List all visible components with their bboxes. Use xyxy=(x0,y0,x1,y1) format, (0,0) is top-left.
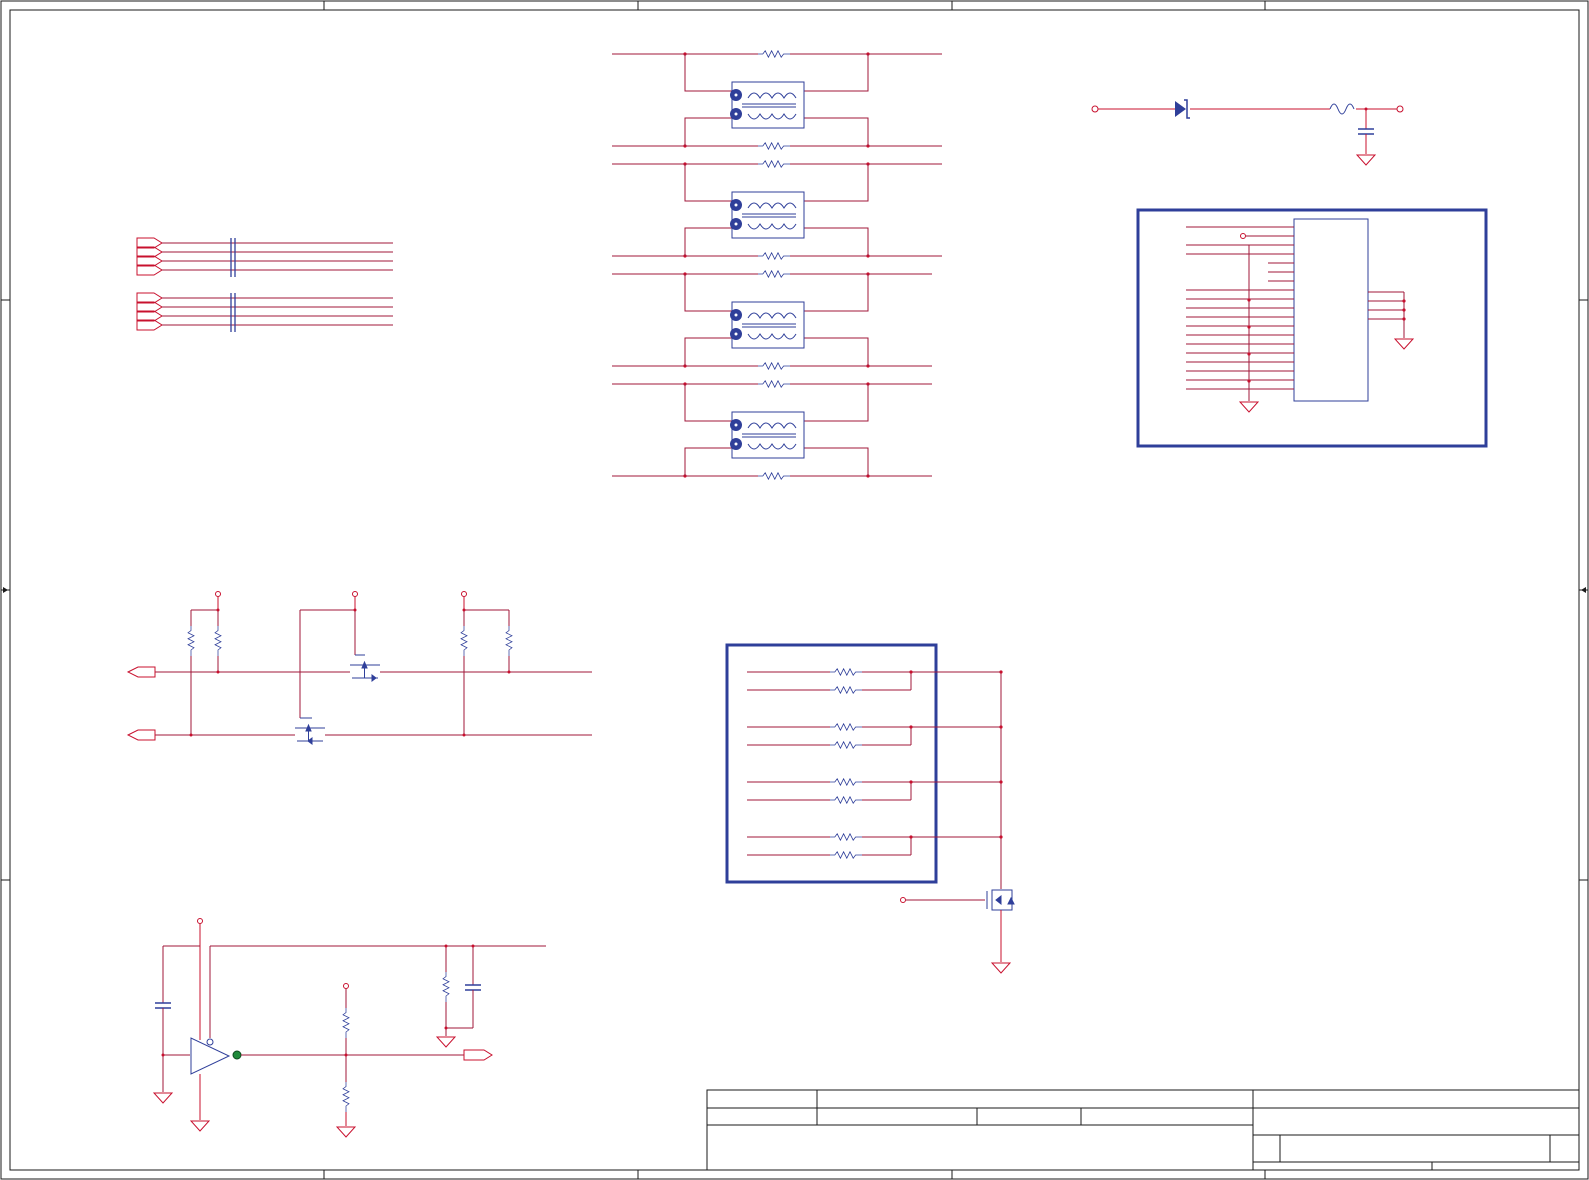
termination-resistor xyxy=(758,270,790,278)
output-port xyxy=(463,1049,493,1061)
nc-pin-port xyxy=(1240,233,1246,239)
junction-dot xyxy=(909,780,913,784)
pulse-transformer xyxy=(730,191,805,239)
pullup-resistor xyxy=(460,626,468,656)
load-resistor xyxy=(442,972,450,1002)
bus-connector-separator xyxy=(230,238,236,277)
termination-resistor xyxy=(830,686,862,694)
ground-symbol xyxy=(436,1036,456,1048)
vcc-port-mid xyxy=(352,591,358,597)
schottky-diode xyxy=(1175,99,1190,119)
junction-dot xyxy=(999,780,1003,784)
connector-header-block xyxy=(1136,208,1488,448)
pulse-transformer xyxy=(730,301,805,349)
junction-dot xyxy=(1247,379,1251,383)
junction-dot xyxy=(909,725,913,729)
termination-resistor xyxy=(830,723,862,731)
termination-resistor xyxy=(758,50,790,58)
load-capacitor xyxy=(465,984,481,991)
termination-resistor xyxy=(758,160,790,168)
junction-dot xyxy=(1402,299,1406,303)
ground-symbol xyxy=(336,1126,356,1138)
vcc-port-right xyxy=(461,591,467,597)
divider-resistor xyxy=(342,1008,350,1038)
vref-port xyxy=(343,983,349,989)
sheet-frame xyxy=(0,0,1589,1180)
decoupling-capacitor xyxy=(155,1002,171,1009)
ground-symbol xyxy=(1356,154,1376,166)
ground-symbol xyxy=(991,962,1011,974)
bus-connector-separator xyxy=(230,293,236,332)
ground-symbol xyxy=(1239,401,1259,413)
test-point xyxy=(232,1050,242,1060)
junction-dot xyxy=(909,835,913,839)
gate-input-port xyxy=(900,897,906,903)
schematic-sheet xyxy=(0,0,1589,1180)
termination-resistor xyxy=(758,472,790,480)
power-input-port xyxy=(1091,105,1099,113)
divider-resistor xyxy=(342,1082,350,1112)
magnetics-transformer-array xyxy=(612,50,942,480)
termination-resistor xyxy=(830,851,862,859)
sda-port xyxy=(126,666,156,678)
title-block xyxy=(706,1089,1580,1171)
termination-resistor xyxy=(830,778,862,786)
filter-inductor xyxy=(1329,103,1355,115)
filter-capacitor xyxy=(1358,128,1374,135)
pullup-resistor xyxy=(505,626,513,656)
termination-resistor xyxy=(830,796,862,804)
ground-symbol xyxy=(1394,338,1414,350)
ground-symbol xyxy=(153,1092,173,1104)
comparator-buffer-stage xyxy=(153,918,546,1138)
termination-resistor xyxy=(830,741,862,749)
junction-dot xyxy=(999,835,1003,839)
pulse-transformer xyxy=(730,411,805,459)
scl-port xyxy=(126,729,156,741)
junction-dot xyxy=(1247,352,1251,356)
level-shift-mosfet xyxy=(350,654,380,682)
pullup-resistor xyxy=(187,626,195,656)
i2c-level-shifter xyxy=(126,591,592,745)
level-shift-mosfet xyxy=(295,717,325,745)
ground-symbol xyxy=(190,1120,210,1132)
pullup-resistor xyxy=(214,626,222,656)
vcc-port xyxy=(197,918,203,924)
junction-dot xyxy=(1247,298,1251,302)
junction-dot xyxy=(909,670,913,674)
junction-dot xyxy=(1402,317,1406,321)
pulse-transformer xyxy=(730,81,805,129)
switch-mosfet xyxy=(986,889,1015,911)
termination-resistor xyxy=(830,833,862,841)
power-input-filter xyxy=(1091,99,1404,166)
junction-dot xyxy=(1402,308,1406,312)
vcc-port-left xyxy=(215,591,221,597)
junction-dot xyxy=(1247,325,1251,329)
termination-resistor xyxy=(758,362,790,370)
termination-resistor xyxy=(830,668,862,676)
termination-resistor xyxy=(758,142,790,150)
led-resistor-array xyxy=(725,643,1015,974)
junction-dot xyxy=(999,670,1003,674)
termination-resistor xyxy=(758,252,790,260)
termination-resistor xyxy=(758,380,790,388)
power-output-port xyxy=(1396,105,1404,113)
junction-dot xyxy=(999,725,1003,729)
bus-connector-ports xyxy=(136,237,393,332)
